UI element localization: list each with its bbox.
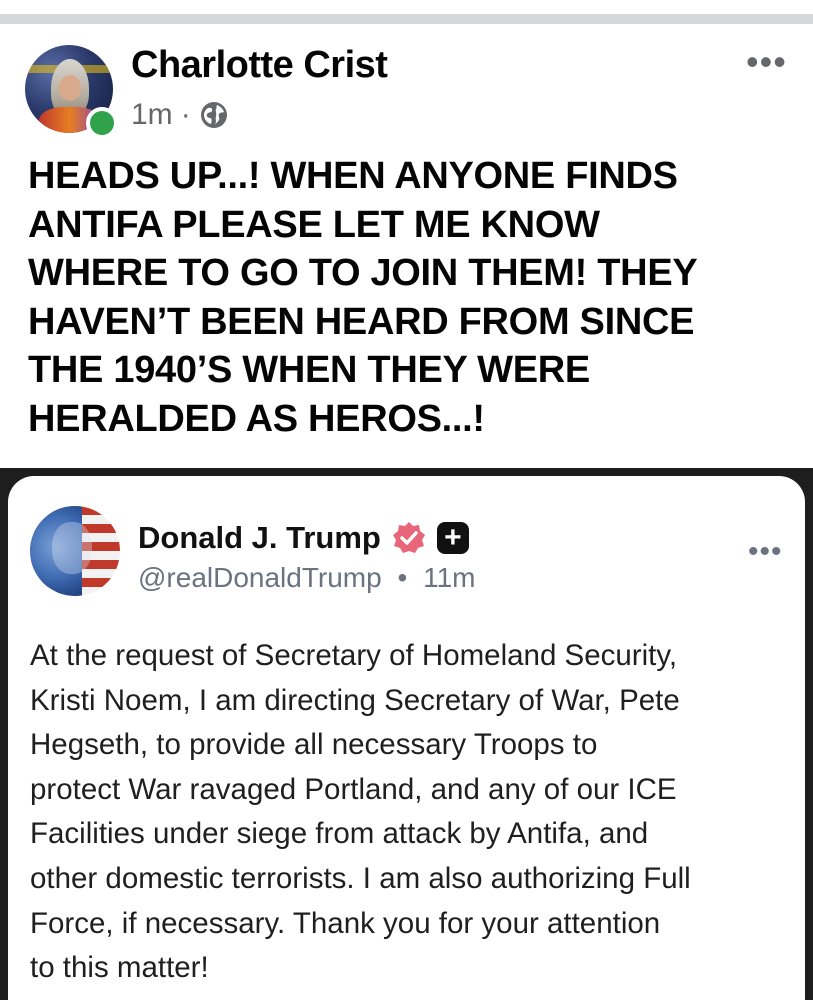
feed-divider (0, 14, 813, 24)
post-timestamp[interactable]: 1m (131, 98, 173, 132)
embedded-handle: @realDonaldTrump (138, 562, 382, 593)
post-body-text: HEADS UP...! WHEN ANYONE FINDS ANTIFA PL… (28, 155, 698, 440)
post-meta: 1m · (131, 98, 229, 132)
embedded-post-text: At the request of Secretary of Homeland … (30, 639, 691, 985)
embedded-author-row: Donald J. Trump + (138, 520, 469, 556)
embedded-author-avatar (30, 506, 120, 596)
post-more-options-icon[interactable]: ••• (746, 44, 787, 80)
online-status-icon (86, 107, 118, 139)
embedded-screenshot[interactable]: Donald J. Trump + @realDonaldTrump • 11m… (0, 468, 813, 1000)
avatar-face (52, 522, 92, 574)
avatar-face (59, 75, 81, 101)
embedded-handle-row: @realDonaldTrump • 11m (138, 562, 475, 594)
plus-badge-icon: + (436, 522, 469, 554)
facebook-post-screen: Charlotte Crist 1m · ••• HEADS UP...! WH… (0, 0, 813, 1000)
globe-icon[interactable] (199, 100, 229, 130)
truth-social-post-card: Donald J. Trump + @realDonaldTrump • 11m… (8, 476, 805, 1000)
embedded-timestamp: 11m (423, 562, 476, 593)
verified-badge-icon (392, 522, 425, 553)
embedded-author-name: Donald J. Trump (138, 520, 381, 555)
meta-separator: · (180, 98, 191, 131)
embedded-more-options-icon: ••• (748, 535, 783, 568)
handle-separator: • (397, 562, 408, 593)
author-name[interactable]: Charlotte Crist (131, 44, 388, 87)
